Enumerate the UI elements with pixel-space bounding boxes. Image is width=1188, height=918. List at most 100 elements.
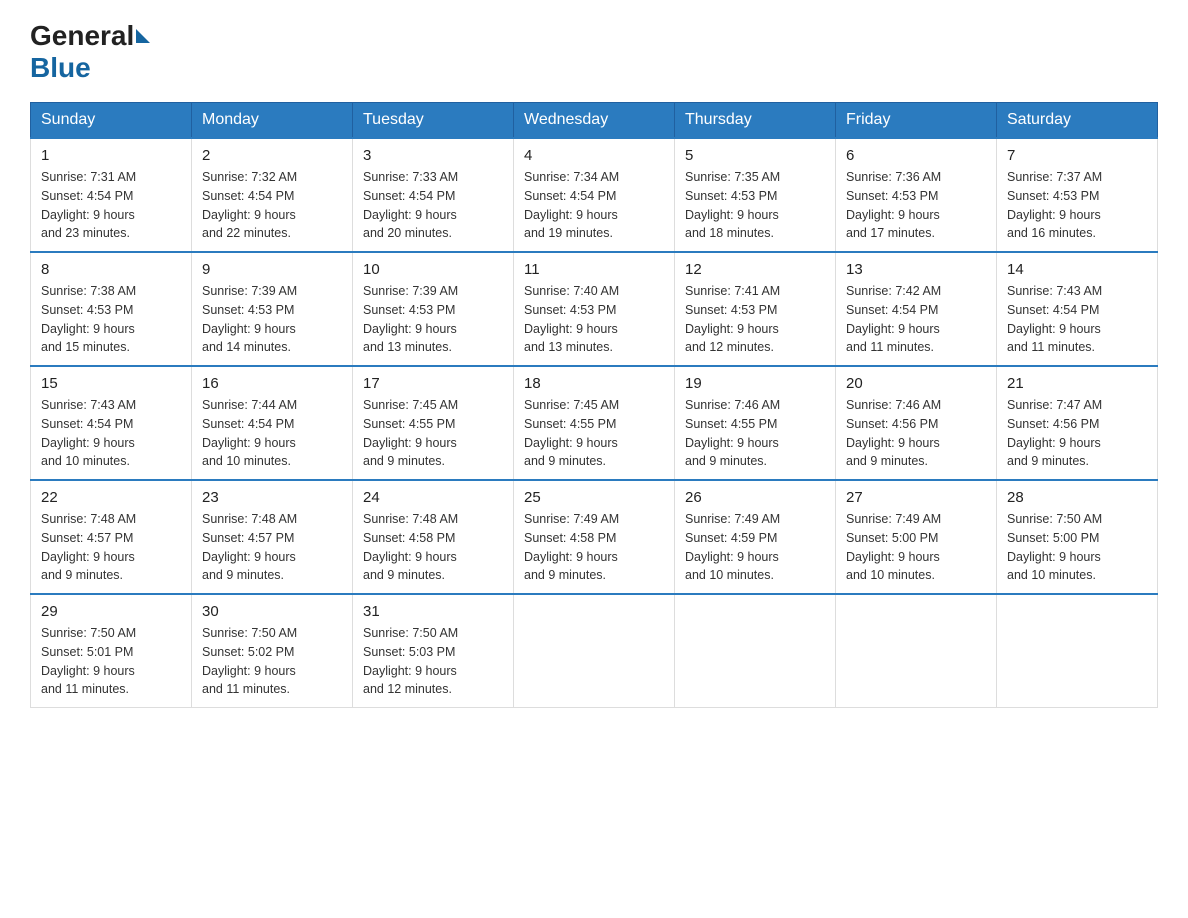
day-number: 4 bbox=[524, 147, 664, 164]
calendar-day-cell: 24 Sunrise: 7:48 AMSunset: 4:58 PMDayligh… bbox=[353, 480, 514, 594]
logo-arrow-icon bbox=[136, 29, 150, 43]
day-number: 3 bbox=[363, 147, 503, 164]
calendar-day-cell: 23Sunrise: 7:48 AMSunset: 4:57 PMDayligh… bbox=[192, 480, 353, 594]
calendar-day-cell: 8Sunrise: 7:38 AMSunset: 4:53 PMDaylight… bbox=[31, 252, 192, 366]
day-sun-info: Sunrise: 7:50 AMSunset: 5:03 PMDaylight:… bbox=[363, 624, 503, 699]
day-number: 25 bbox=[524, 489, 664, 506]
calendar-day-cell: 17Sunrise: 7:45 AMSunset: 4:55 PMDayligh… bbox=[353, 366, 514, 480]
day-sun-info: Sunrise: 7:48 AMSunset: 4:57 PMDaylight:… bbox=[41, 510, 181, 585]
calendar-day-cell: 5 Sunrise: 7:35 AMSunset: 4:53 PMDaylight… bbox=[675, 138, 836, 252]
day-number: 19 bbox=[685, 375, 825, 392]
day-number: 16 bbox=[202, 375, 342, 392]
day-sun-info: Sunrise: 7:39 AMSunset: 4:53 PMDaylight:… bbox=[202, 282, 342, 357]
day-number: 28 bbox=[1007, 489, 1147, 506]
day-number: 18 bbox=[524, 375, 664, 392]
calendar-day-cell: 4 Sunrise: 7:34 AMSunset: 4:54 PMDaylight… bbox=[514, 138, 675, 252]
day-number: 29 bbox=[41, 603, 181, 620]
calendar-day-cell: 22 Sunrise: 7:48 AMSunset: 4:57 PMDayligh… bbox=[31, 480, 192, 594]
day-number: 9 bbox=[202, 261, 342, 278]
calendar-week-row: 1 Sunrise: 7:31 AMSunset: 4:54 PMDaylight… bbox=[31, 138, 1158, 252]
weekday-header-friday: Friday bbox=[836, 103, 997, 139]
calendar-week-row: 8Sunrise: 7:38 AMSunset: 4:53 PMDaylight… bbox=[31, 252, 1158, 366]
day-number: 24 bbox=[363, 489, 503, 506]
logo-blue-text: Blue bbox=[30, 52, 91, 83]
calendar-day-cell: 21Sunrise: 7:47 AMSunset: 4:56 PMDayligh… bbox=[997, 366, 1158, 480]
day-sun-info: Sunrise: 7:45 AMSunset: 4:55 PMDaylight:… bbox=[363, 396, 503, 471]
day-sun-info: Sunrise: 7:46 AMSunset: 4:56 PMDaylight:… bbox=[846, 396, 986, 471]
day-sun-info: Sunrise: 7:50 AMSunset: 5:01 PMDaylight:… bbox=[41, 624, 181, 699]
calendar-day-cell: 15 Sunrise: 7:43 AMSunset: 4:54 PMDayligh… bbox=[31, 366, 192, 480]
logo-general-text: General bbox=[30, 20, 134, 52]
calendar-day-cell: 26 Sunrise: 7:49 AMSunset: 4:59 PMDayligh… bbox=[675, 480, 836, 594]
weekday-header-wednesday: Wednesday bbox=[514, 103, 675, 139]
calendar-day-cell bbox=[836, 594, 997, 708]
calendar-day-cell: 25 Sunrise: 7:49 AMSunset: 4:58 PMDayligh… bbox=[514, 480, 675, 594]
calendar-day-cell: 13 Sunrise: 7:42 AMSunset: 4:54 PMDayligh… bbox=[836, 252, 997, 366]
day-number: 6 bbox=[846, 147, 986, 164]
day-sun-info: Sunrise: 7:45 AMSunset: 4:55 PMDaylight:… bbox=[524, 396, 664, 471]
calendar-day-cell bbox=[997, 594, 1158, 708]
calendar-day-cell: 10 Sunrise: 7:39 AMSunset: 4:53 PMDayligh… bbox=[353, 252, 514, 366]
day-sun-info: Sunrise: 7:31 AMSunset: 4:54 PMDaylight:… bbox=[41, 168, 181, 243]
calendar-day-cell: 6 Sunrise: 7:36 AMSunset: 4:53 PMDaylight… bbox=[836, 138, 997, 252]
calendar-day-cell: 12Sunrise: 7:41 AMSunset: 4:53 PMDayligh… bbox=[675, 252, 836, 366]
day-sun-info: Sunrise: 7:38 AMSunset: 4:53 PMDaylight:… bbox=[41, 282, 181, 357]
day-sun-info: Sunrise: 7:35 AMSunset: 4:53 PMDaylight:… bbox=[685, 168, 825, 243]
day-sun-info: Sunrise: 7:43 AMSunset: 4:54 PMDaylight:… bbox=[41, 396, 181, 471]
day-number: 15 bbox=[41, 375, 181, 392]
day-number: 26 bbox=[685, 489, 825, 506]
calendar-day-cell: 28Sunrise: 7:50 AMSunset: 5:00 PMDayligh… bbox=[997, 480, 1158, 594]
day-sun-info: Sunrise: 7:48 AMSunset: 4:58 PMDaylight:… bbox=[363, 510, 503, 585]
calendar-day-cell bbox=[514, 594, 675, 708]
day-sun-info: Sunrise: 7:37 AMSunset: 4:53 PMDaylight:… bbox=[1007, 168, 1147, 243]
day-sun-info: Sunrise: 7:49 AMSunset: 4:58 PMDaylight:… bbox=[524, 510, 664, 585]
day-number: 10 bbox=[363, 261, 503, 278]
day-number: 14 bbox=[1007, 261, 1147, 278]
day-sun-info: Sunrise: 7:47 AMSunset: 4:56 PMDaylight:… bbox=[1007, 396, 1147, 471]
calendar-day-cell: 3Sunrise: 7:33 AMSunset: 4:54 PMDaylight… bbox=[353, 138, 514, 252]
calendar-day-cell: 18 Sunrise: 7:45 AMSunset: 4:55 PMDayligh… bbox=[514, 366, 675, 480]
day-number: 30 bbox=[202, 603, 342, 620]
calendar-day-cell: 9 Sunrise: 7:39 AMSunset: 4:53 PMDaylight… bbox=[192, 252, 353, 366]
day-sun-info: Sunrise: 7:43 AMSunset: 4:54 PMDaylight:… bbox=[1007, 282, 1147, 357]
day-sun-info: Sunrise: 7:34 AMSunset: 4:54 PMDaylight:… bbox=[524, 168, 664, 243]
weekday-header-tuesday: Tuesday bbox=[353, 103, 514, 139]
day-sun-info: Sunrise: 7:42 AMSunset: 4:54 PMDaylight:… bbox=[846, 282, 986, 357]
day-number: 13 bbox=[846, 261, 986, 278]
day-sun-info: Sunrise: 7:50 AMSunset: 5:02 PMDaylight:… bbox=[202, 624, 342, 699]
page-header: General Blue bbox=[30, 20, 1158, 84]
day-number: 12 bbox=[685, 261, 825, 278]
day-number: 20 bbox=[846, 375, 986, 392]
calendar-day-cell: 11Sunrise: 7:40 AMSunset: 4:53 PMDayligh… bbox=[514, 252, 675, 366]
calendar-day-cell: 2 Sunrise: 7:32 AMSunset: 4:54 PMDaylight… bbox=[192, 138, 353, 252]
day-sun-info: Sunrise: 7:39 AMSunset: 4:53 PMDaylight:… bbox=[363, 282, 503, 357]
day-sun-info: Sunrise: 7:44 AMSunset: 4:54 PMDaylight:… bbox=[202, 396, 342, 471]
calendar-day-cell: 1 Sunrise: 7:31 AMSunset: 4:54 PMDaylight… bbox=[31, 138, 192, 252]
day-number: 11 bbox=[524, 261, 664, 278]
day-sun-info: Sunrise: 7:32 AMSunset: 4:54 PMDaylight:… bbox=[202, 168, 342, 243]
day-number: 27 bbox=[846, 489, 986, 506]
weekday-header-monday: Monday bbox=[192, 103, 353, 139]
day-sun-info: Sunrise: 7:48 AMSunset: 4:57 PMDaylight:… bbox=[202, 510, 342, 585]
day-number: 7 bbox=[1007, 147, 1147, 164]
weekday-header-thursday: Thursday bbox=[675, 103, 836, 139]
calendar-header: SundayMondayTuesdayWednesdayThursdayFrid… bbox=[31, 103, 1158, 139]
calendar-week-row: 15 Sunrise: 7:43 AMSunset: 4:54 PMDayligh… bbox=[31, 366, 1158, 480]
day-number: 5 bbox=[685, 147, 825, 164]
day-number: 1 bbox=[41, 147, 181, 164]
day-sun-info: Sunrise: 7:36 AMSunset: 4:53 PMDaylight:… bbox=[846, 168, 986, 243]
calendar-day-cell: 31Sunrise: 7:50 AMSunset: 5:03 PMDayligh… bbox=[353, 594, 514, 708]
calendar-body: 1 Sunrise: 7:31 AMSunset: 4:54 PMDaylight… bbox=[31, 138, 1158, 708]
weekday-header-sunday: Sunday bbox=[31, 103, 192, 139]
calendar-day-cell bbox=[675, 594, 836, 708]
calendar-day-cell: 14 Sunrise: 7:43 AMSunset: 4:54 PMDayligh… bbox=[997, 252, 1158, 366]
calendar-day-cell: 27Sunrise: 7:49 AMSunset: 5:00 PMDayligh… bbox=[836, 480, 997, 594]
day-number: 2 bbox=[202, 147, 342, 164]
calendar-day-cell: 20 Sunrise: 7:46 AMSunset: 4:56 PMDayligh… bbox=[836, 366, 997, 480]
calendar-week-row: 22 Sunrise: 7:48 AMSunset: 4:57 PMDayligh… bbox=[31, 480, 1158, 594]
calendar-day-cell: 30 Sunrise: 7:50 AMSunset: 5:02 PMDayligh… bbox=[192, 594, 353, 708]
day-number: 22 bbox=[41, 489, 181, 506]
weekday-header-saturday: Saturday bbox=[997, 103, 1158, 139]
day-sun-info: Sunrise: 7:49 AMSunset: 4:59 PMDaylight:… bbox=[685, 510, 825, 585]
calendar-day-cell: 19Sunrise: 7:46 AMSunset: 4:55 PMDayligh… bbox=[675, 366, 836, 480]
